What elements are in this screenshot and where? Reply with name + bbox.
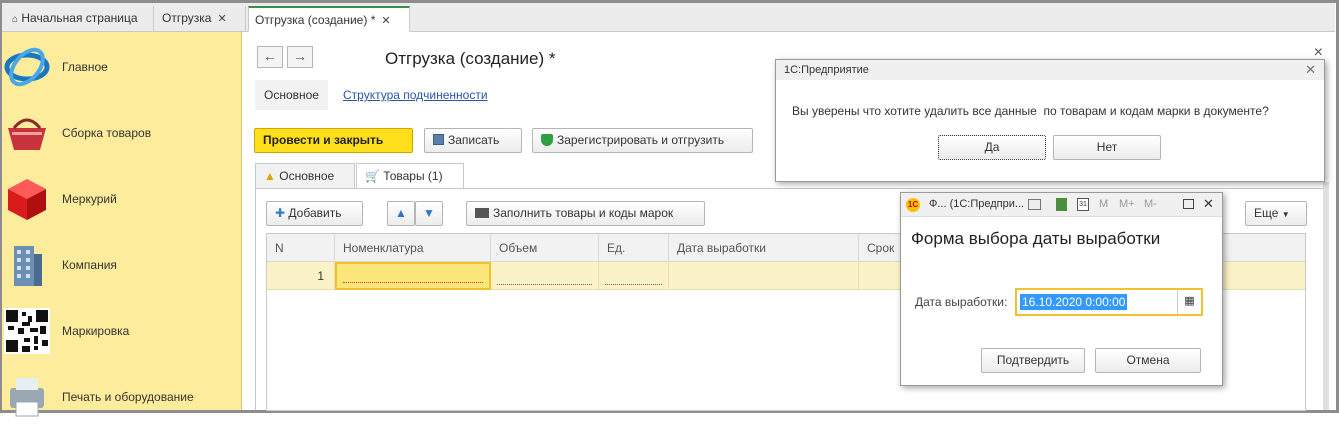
barcode-scanner-icon [475, 208, 489, 218]
add-button[interactable]: ✚ Добавить [266, 201, 363, 226]
cell-nomenclature[interactable] [335, 262, 491, 290]
memory-minus-button[interactable]: M- [1144, 198, 1157, 210]
production-date-label: Дата выработки: [915, 295, 1008, 309]
tab-shipment-create[interactable]: Отгрузка (создание) * ✕ [248, 6, 410, 32]
tab-goods[interactable]: 🛒 Товары (1) [356, 163, 464, 189]
yes-button[interactable]: Да [938, 135, 1046, 160]
cell-volume[interactable] [491, 262, 599, 290]
column-unit[interactable]: Ед. [599, 234, 669, 262]
no-button[interactable]: Нет [1053, 135, 1161, 160]
subtab-main[interactable]: Основное [255, 80, 328, 110]
cancel-date-button[interactable]: Отмена [1095, 348, 1201, 373]
floppy-icon [433, 134, 444, 145]
sidebar: Главное Сборка товаров Меркурий Компания… [2, 32, 242, 417]
tab-main[interactable]: ▲ Основное [255, 163, 355, 189]
close-icon[interactable]: ✕ [381, 15, 390, 27]
scrollbar[interactable] [1323, 182, 1329, 410]
calendar-picker-icon[interactable]: ▦ [1177, 290, 1201, 314]
plus-icon: ✚ [275, 206, 286, 220]
print-icon[interactable] [1028, 199, 1041, 210]
printer-icon [10, 378, 44, 417]
memory-m-button[interactable]: M [1099, 198, 1108, 210]
shield-icon [541, 134, 553, 146]
building-icon [14, 246, 42, 286]
sidebar-item-main[interactable]: Главное [2, 34, 242, 100]
cart-icon: 🛒 [365, 169, 380, 183]
close-icon[interactable]: ✕ [1203, 196, 1214, 212]
save-button[interactable]: Записать [424, 128, 522, 153]
more-button[interactable]: Еще ▼ [1245, 201, 1307, 226]
home-icon: ⌂ [12, 14, 19, 25]
chevron-down-icon: ▼ [1281, 210, 1290, 219]
cell-n[interactable]: 1 [267, 262, 335, 290]
subtab-structure[interactable]: Структура подчиненности [343, 80, 488, 110]
move-down-button[interactable]: ▼ [415, 201, 443, 226]
confirm-date-button[interactable]: Подтвердить [981, 348, 1085, 373]
warning-icon: ▲ [264, 169, 276, 183]
column-volume[interactable]: Объем [491, 234, 599, 262]
top-tabs-bar: ⌂ Начальная страница Отгрузка ✕ Отгрузка … [2, 3, 1335, 32]
cell-unit[interactable] [599, 262, 669, 290]
production-date-input[interactable]: 16.10.2020 0:00:00 ▦ [1015, 288, 1203, 316]
basket-icon [8, 118, 46, 150]
date-dialog-header: 1С Ф... (1С:Предпри... 31 M M+ M- ✕ [901, 193, 1222, 217]
back-button[interactable]: ← [257, 46, 283, 68]
confirm-dialog: 1С:Предприятие ✕ Вы уверены что хотите у… [775, 59, 1325, 182]
qr-code-icon [4, 308, 50, 354]
close-icon[interactable]: ✕ [217, 13, 226, 25]
column-nomenclature[interactable]: Номенклатура [335, 234, 491, 262]
cell-production-date[interactable] [669, 262, 859, 290]
sidebar-item-marking[interactable]: Маркировка [2, 298, 242, 364]
memory-plus-button[interactable]: M+ [1119, 198, 1135, 210]
column-n[interactable]: N [267, 234, 335, 262]
arrow-up-icon: ▲ [395, 206, 407, 220]
tab-shipments[interactable]: Отгрузка ✕ [156, 6, 246, 32]
sidebar-item-print[interactable]: Печать и оборудование [2, 364, 242, 430]
tab-home[interactable]: ⌂ Начальная страница [6, 6, 154, 32]
sidebar-item-mercury[interactable]: Меркурий [2, 166, 242, 232]
close-icon[interactable]: ✕ [1305, 60, 1316, 80]
sidebar-item-company[interactable]: Компания [2, 232, 242, 298]
page-title: Отгрузка (создание) * [385, 49, 556, 68]
confirm-message: Вы уверены что хотите удалить все данные… [792, 104, 1269, 118]
column-production-date[interactable]: Дата выработки [669, 234, 859, 262]
post-and-close-button[interactable]: Провести и закрыть [254, 128, 413, 153]
date-selection-dialog: 1С Ф... (1С:Предпри... 31 M M+ M- ✕ Форм… [900, 192, 1223, 386]
maximize-icon[interactable] [1183, 199, 1194, 209]
date-dialog-title: Форма выбора даты выработки [911, 229, 1161, 248]
move-up-button[interactable]: ▲ [387, 201, 415, 226]
sidebar-item-assembly[interactable]: Сборка товаров [2, 100, 242, 166]
globe-icon [4, 47, 50, 87]
fill-goods-and-codes-button[interactable]: Заполнить товары и коды марок [466, 201, 705, 226]
forward-button[interactable]: → [287, 46, 313, 68]
app-logo-icon: 1С [906, 198, 920, 212]
calendar-icon[interactable]: 31 [1077, 198, 1089, 211]
register-and-ship-button[interactable]: Зарегистрировать и отгрузить [532, 128, 753, 153]
cube-icon [8, 179, 46, 220]
calculator-icon[interactable] [1056, 198, 1067, 211]
arrow-down-icon: ▼ [423, 206, 435, 220]
confirm-dialog-header: 1С:Предприятие ✕ [776, 60, 1324, 80]
